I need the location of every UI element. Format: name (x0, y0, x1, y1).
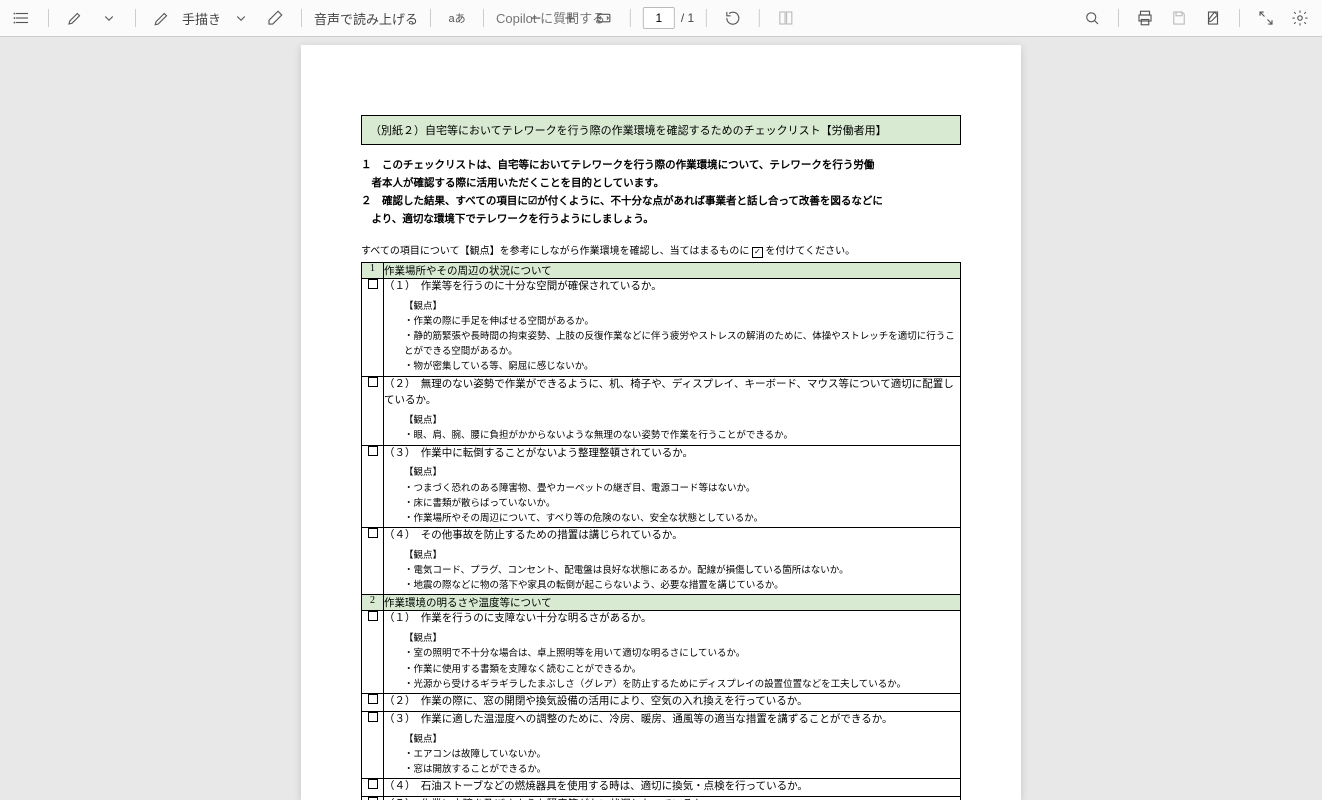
checklist-item: （２） 無理のない姿勢で作業ができるように、机、椅子や、ディスプレイ、キーボード… (384, 376, 961, 445)
zoom-out-icon[interactable] (522, 4, 550, 32)
annotate-icon[interactable] (1199, 4, 1227, 32)
checkbox-cell[interactable] (362, 694, 384, 712)
checklist-item: （１） 作業等を行うのに十分な空間が確保されているか。【観点】作業の際に手足を伸… (384, 278, 961, 376)
settings-gear-icon[interactable] (1286, 4, 1314, 32)
search-icon[interactable] (1078, 4, 1106, 32)
checklist-table: 1作業場所やその周辺の状況について（１） 作業等を行うのに十分な空間が確保されて… (361, 262, 961, 800)
checkbox-cell[interactable] (362, 376, 384, 445)
print-icon[interactable] (1131, 4, 1159, 32)
checkbox-cell[interactable] (362, 796, 384, 800)
rotate-icon[interactable] (719, 4, 747, 32)
checklist-item: （２） 作業の際に、窓の開閉や換気設備の活用により、空気の入れ換えを行っているか… (384, 694, 961, 712)
draw-label[interactable]: 手描き (182, 9, 221, 28)
fullscreen-icon[interactable] (1252, 4, 1280, 32)
eraser-icon[interactable] (261, 4, 289, 32)
checklist-item: （１） 作業を行うのに支障ない十分な明るさがあるか。【観点】室の照明で不十分な場… (384, 611, 961, 694)
checkbox-cell[interactable] (362, 278, 384, 376)
section-title: 作業環境の明るさや温度等について (384, 595, 961, 611)
document-title: （別紙２）自宅等においてテレワークを行う際の作業環境を確認するためのチェックリス… (361, 115, 961, 145)
toc-icon[interactable] (8, 4, 36, 32)
page-total-label: / 1 (681, 11, 694, 25)
checkbox-cell[interactable] (362, 445, 384, 528)
pdf-page: （別紙２）自宅等においてテレワークを行う際の作業環境を確認するためのチェックリス… (301, 45, 1021, 800)
draw-icon[interactable] (148, 4, 176, 32)
checkbox-cell[interactable] (362, 611, 384, 694)
section-number: 1 (362, 262, 384, 278)
checklist-item: （４） その他事故を防止するための措置は講じられているか。【観点】電気コード、プ… (384, 528, 961, 595)
section-title: 作業場所やその周辺の状況について (384, 262, 961, 278)
checkbox-cell[interactable] (362, 528, 384, 595)
highlight-icon[interactable] (61, 4, 89, 32)
translate-icon[interactable]: aあ (443, 4, 471, 32)
checklist-item: （４） 石油ストーブなどの燃焼器具を使用する時は、適切に換気・点検を行っているか… (384, 779, 961, 797)
zoom-in-icon[interactable] (556, 4, 584, 32)
fit-width-icon[interactable] (590, 4, 618, 32)
pdf-toolbar: 手描き 音声で読み上げる aあ / 1 (0, 0, 1322, 37)
checklist-item: （３） 作業中に転倒することがないよう整理整頓されているか。【観点】つまづく恐れ… (384, 445, 961, 528)
page-number-input[interactable] (643, 7, 675, 29)
checkbox-cell[interactable] (362, 711, 384, 778)
checklist-item: （５） 作業に支障を及ぼすような騒音等がない状況となっているか。【観点】テレビ会… (384, 796, 961, 800)
chevron-down-icon[interactable] (95, 4, 123, 32)
intro-text: １ このチェックリストは、自宅等においてテレワークを行う際の作業環境について、テ… (361, 157, 961, 228)
chevron-down-icon[interactable] (227, 4, 255, 32)
checkbox-cell[interactable] (362, 779, 384, 797)
checklist-item: （３） 作業に適した温湿度への調整のために、冷房、暖房、通風等の適当な措置を講ず… (384, 711, 961, 778)
section-number: 2 (362, 595, 384, 611)
save-icon (1165, 4, 1193, 32)
document-viewport[interactable]: （別紙２）自宅等においてテレワークを行う際の作業環境を確認するためのチェックリス… (0, 37, 1322, 800)
read-aloud-button[interactable]: 音声で読み上げる (314, 9, 418, 28)
instruction-text: すべての項目について【観点】を参考にしながら作業環境を確認し、当てはまるものに … (361, 242, 961, 258)
page-view-icon (772, 4, 800, 32)
